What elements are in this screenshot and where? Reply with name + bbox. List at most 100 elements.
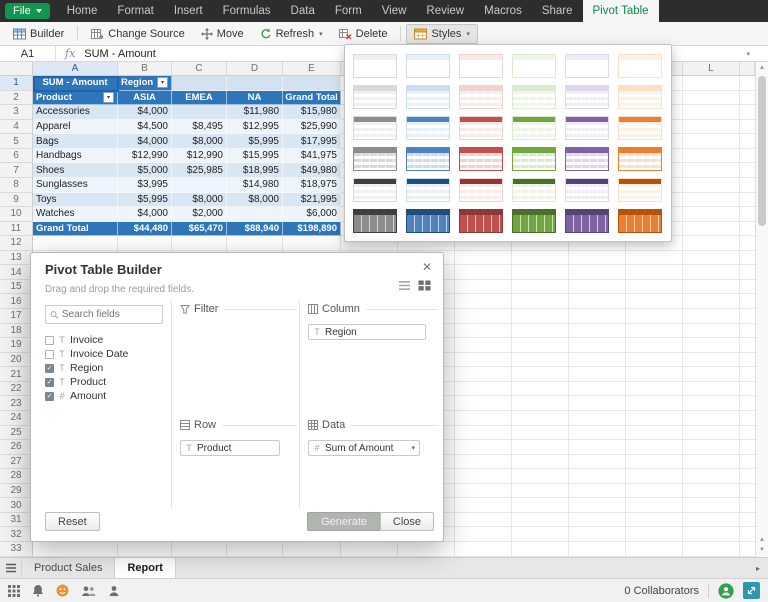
menu-item-macros[interactable]: Macros bbox=[474, 0, 532, 22]
menu-item-share[interactable]: Share bbox=[532, 0, 583, 22]
menu-item-pivot-table[interactable]: Pivot Table bbox=[583, 0, 659, 22]
sheet-list-icon[interactable] bbox=[0, 558, 22, 578]
menu-item-data[interactable]: Data bbox=[281, 0, 325, 22]
pivot-value-cell[interactable]: $8,495 bbox=[172, 120, 227, 135]
pivot-value-cell[interactable]: $4,000 bbox=[118, 134, 172, 149]
style-thumbnail-gray-row6[interactable] bbox=[353, 209, 397, 233]
column-header-e[interactable]: E bbox=[283, 62, 341, 75]
row-header-16[interactable]: 16 bbox=[0, 294, 32, 309]
row-header-18[interactable]: 18 bbox=[0, 324, 32, 339]
field-checkbox-region[interactable]: ✓ bbox=[45, 364, 54, 373]
sheet-tab-product-sales[interactable]: Product Sales bbox=[22, 558, 115, 578]
pivot-col-header-asia[interactable]: ASIA bbox=[118, 91, 172, 106]
column-header-d[interactable]: D bbox=[227, 62, 283, 75]
builder-button[interactable]: Builder bbox=[5, 24, 72, 44]
pivot-value-cell[interactable]: $41,975 bbox=[283, 149, 341, 164]
pivot-value-cell[interactable]: $15,980 bbox=[283, 105, 341, 120]
search-fields-box[interactable] bbox=[45, 305, 163, 324]
row-header-10[interactable]: 10 bbox=[0, 207, 32, 222]
field-row-invoice-date[interactable]: TInvoice Date bbox=[45, 347, 163, 361]
style-thumbnail-blue-row6[interactable] bbox=[406, 209, 450, 233]
style-thumbnail-blue-row2[interactable] bbox=[406, 85, 450, 109]
resize-corner-icon[interactable] bbox=[743, 582, 760, 599]
menu-item-view[interactable]: View bbox=[372, 0, 417, 22]
style-thumbnail-gray-row1[interactable] bbox=[353, 54, 397, 78]
close-icon[interactable]: ✕ bbox=[422, 260, 432, 274]
style-thumbnail-purple-row3[interactable] bbox=[565, 116, 609, 140]
style-thumbnail-red-row4[interactable] bbox=[459, 147, 503, 171]
pivot-col-header-grand-total[interactable]: Grand Total bbox=[283, 91, 341, 106]
row-header-29[interactable]: 29 bbox=[0, 484, 32, 499]
row-header-32[interactable]: 32 bbox=[0, 527, 32, 542]
vertical-scrollbar[interactable]: ▲ ▲ ▼ bbox=[755, 62, 768, 557]
pivot-value-cell[interactable] bbox=[227, 207, 283, 222]
pivot-value-cell[interactable]: $5,995 bbox=[227, 134, 283, 149]
pivot-value-cell[interactable]: $25,990 bbox=[283, 120, 341, 135]
pivot-row-label[interactable]: Toys bbox=[33, 193, 118, 208]
style-thumbnail-red-row1[interactable] bbox=[459, 54, 503, 78]
grid-layout-button[interactable] bbox=[418, 280, 431, 291]
row-header-30[interactable]: 30 bbox=[0, 498, 32, 513]
pivot-value-cell[interactable]: $5,000 bbox=[118, 163, 172, 178]
style-thumbnail-red-row3[interactable] bbox=[459, 116, 503, 140]
row-header-27[interactable]: 27 bbox=[0, 455, 32, 470]
pivot-col-header-product[interactable]: Product▾ bbox=[33, 91, 118, 106]
pivot-col-header-na[interactable]: NA bbox=[227, 91, 283, 106]
pivot-row-label[interactable]: Sunglasses bbox=[33, 178, 118, 193]
cell-header-spacer[interactable] bbox=[227, 76, 283, 91]
pivot-value-cell[interactable]: $8,000 bbox=[172, 134, 227, 149]
pivot-value-cell[interactable]: $18,995 bbox=[227, 163, 283, 178]
style-thumbnail-purple-row5[interactable] bbox=[565, 178, 609, 202]
pivot-value-cell[interactable]: $12,990 bbox=[172, 149, 227, 164]
style-thumbnail-red-row2[interactable] bbox=[459, 85, 503, 109]
pivot-grand-total-cell[interactable]: $88,940 bbox=[227, 222, 283, 237]
pivot-grand-total-cell[interactable]: $198,890 bbox=[283, 222, 341, 237]
style-thumbnail-green-row6[interactable] bbox=[512, 209, 556, 233]
style-thumbnail-orange-row3[interactable] bbox=[618, 116, 662, 140]
field-checkbox-amount[interactable]: ✓ bbox=[45, 392, 54, 401]
tab-scroll-right-icon[interactable]: ▸ bbox=[748, 558, 768, 578]
cell-reference-box[interactable]: A1 bbox=[0, 46, 56, 61]
sheet-tab-report[interactable]: Report bbox=[115, 558, 175, 578]
pivot-row-label[interactable]: Apparel bbox=[33, 120, 118, 135]
style-thumbnail-gray-row2[interactable] bbox=[353, 85, 397, 109]
close-button[interactable]: Close bbox=[380, 512, 434, 531]
style-thumbnail-green-row2[interactable] bbox=[512, 85, 556, 109]
pivot-row-label[interactable]: Handbags bbox=[33, 149, 118, 164]
pivot-value-cell[interactable]: $21,995 bbox=[283, 193, 341, 208]
row-header-7[interactable]: 7 bbox=[0, 163, 32, 178]
emoji-feedback-icon[interactable] bbox=[56, 584, 69, 597]
field-row-invoice[interactable]: TInvoice bbox=[45, 333, 163, 347]
menu-item-insert[interactable]: Insert bbox=[164, 0, 213, 22]
row-header-3[interactable]: 3 bbox=[0, 105, 32, 120]
row-header-24[interactable]: 24 bbox=[0, 411, 32, 426]
formula-input[interactable]: SUM - Amount bbox=[84, 48, 156, 60]
pivot-grand-total-cell[interactable]: $44,480 bbox=[118, 222, 172, 237]
notifications-icon[interactable] bbox=[32, 584, 44, 597]
pivot-value-cell[interactable]: $11,980 bbox=[227, 105, 283, 120]
column-header-b[interactable]: B bbox=[118, 62, 172, 75]
style-thumbnail-green-row3[interactable] bbox=[512, 116, 556, 140]
delete-button[interactable]: Delete bbox=[331, 24, 396, 44]
row-header-1[interactable]: 1 bbox=[0, 76, 32, 91]
row-header-4[interactable]: 4 bbox=[0, 120, 32, 135]
pivot-value-cell[interactable]: $4,000 bbox=[118, 105, 172, 120]
pivot-grand-total-cell[interactable]: Grand Total bbox=[33, 222, 118, 237]
style-thumbnail-orange-row4[interactable] bbox=[618, 147, 662, 171]
row-header-11[interactable]: 11 bbox=[0, 222, 32, 237]
field-checkbox-invoice[interactable] bbox=[45, 336, 54, 345]
row-header-31[interactable]: 31 bbox=[0, 513, 32, 528]
pivot-value-cell[interactable]: $15,995 bbox=[227, 149, 283, 164]
scroll-up-icon[interactable]: ▲ bbox=[756, 64, 768, 72]
pivot-value-cell[interactable]: $12,990 bbox=[118, 149, 172, 164]
style-thumbnail-orange-row2[interactable] bbox=[618, 85, 662, 109]
pivot-value-cell[interactable] bbox=[172, 105, 227, 120]
row-header-20[interactable]: 20 bbox=[0, 353, 32, 368]
formula-bar-collapse-icon[interactable]: ▾ bbox=[746, 50, 750, 58]
pivot-row-label[interactable]: Bags bbox=[33, 134, 118, 149]
style-thumbnail-purple-row2[interactable] bbox=[565, 85, 609, 109]
pivot-row-label[interactable]: Shoes bbox=[33, 163, 118, 178]
menu-item-home[interactable]: Home bbox=[57, 0, 108, 22]
row-header-5[interactable]: 5 bbox=[0, 134, 32, 149]
scroll-up-icon[interactable]: ▲ bbox=[756, 536, 768, 544]
